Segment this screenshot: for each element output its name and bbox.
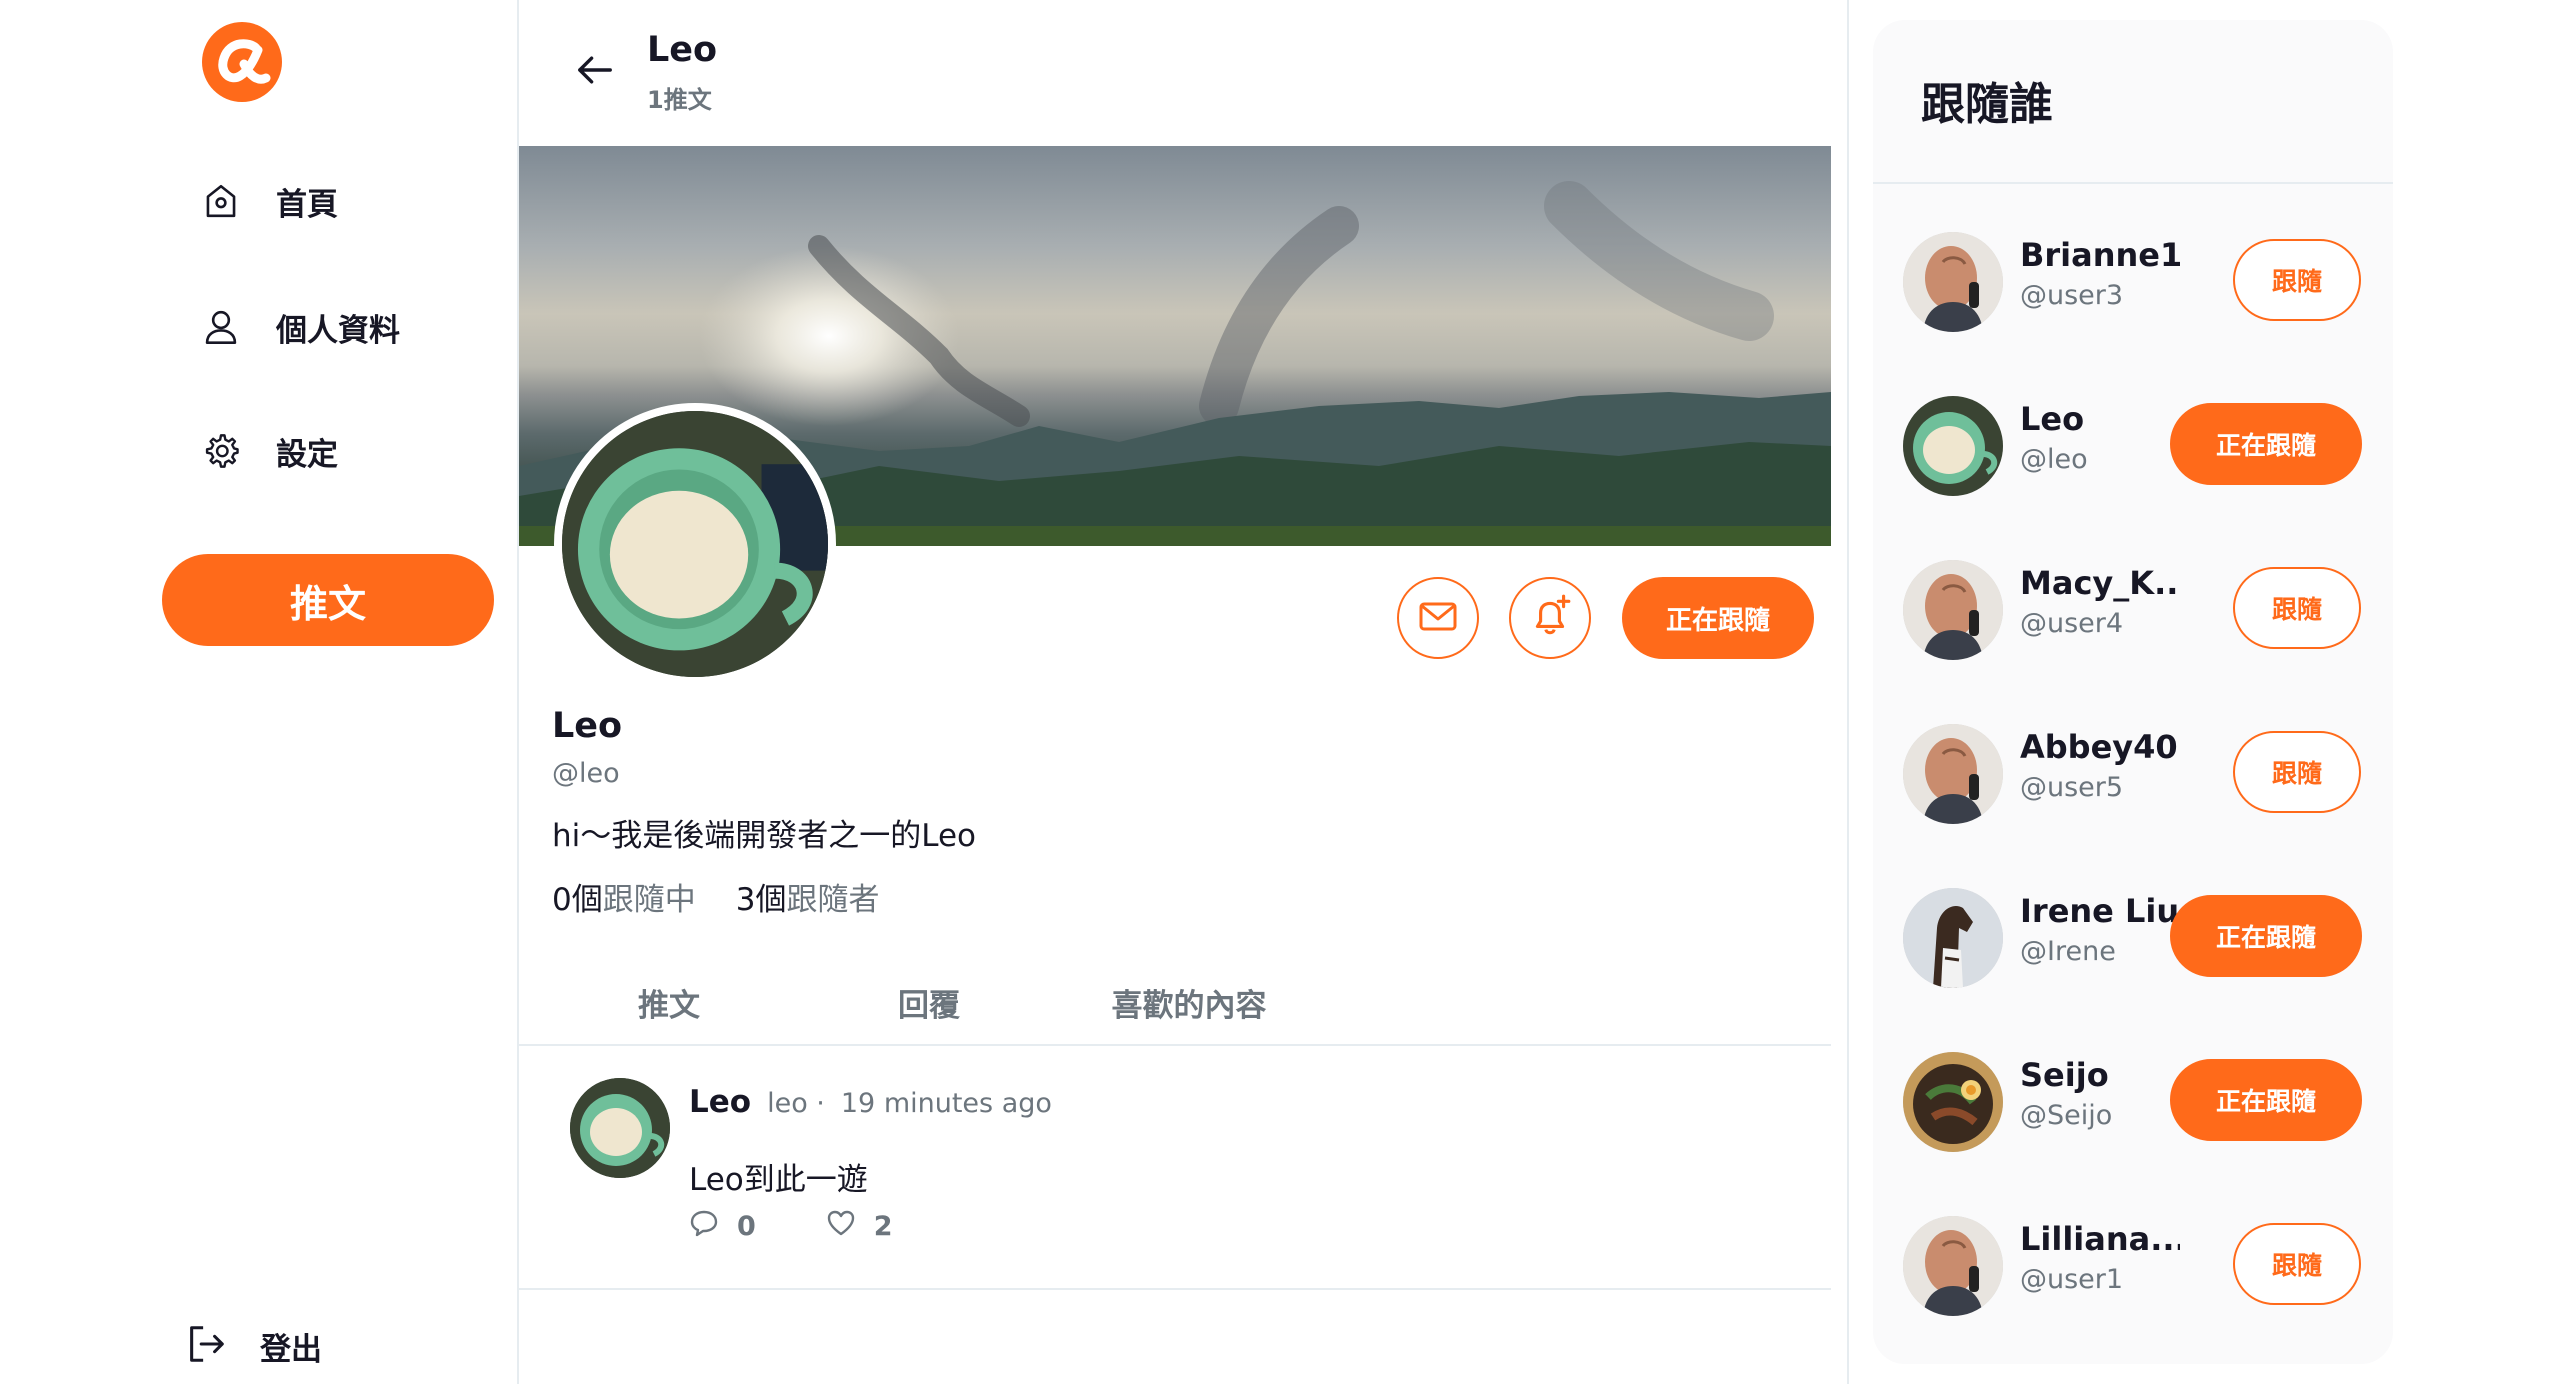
avatar[interactable] — [1903, 396, 2003, 496]
header-tweet-count: 1推文 — [647, 86, 712, 114]
follow-button[interactable]: 跟隨 — [2233, 731, 2361, 813]
profile-bio: hi～我是後端開發者之一的Leo — [552, 818, 977, 854]
nav-home[interactable]: 首頁 — [198, 171, 338, 231]
alpha-logo[interactable] — [200, 20, 284, 104]
profile-avatar[interactable] — [554, 403, 836, 685]
avatar[interactable] — [1903, 1216, 2003, 1316]
following-stat[interactable]: 0個跟隨中 — [552, 874, 696, 919]
follow-user-name[interactable]: Leo — [2020, 400, 2084, 438]
comment-icon — [689, 1208, 719, 1245]
follow-user-name[interactable]: Irene Liu — [2020, 892, 2179, 930]
following-button[interactable]: 正在跟隨 — [2170, 403, 2362, 485]
follow-item: Macy_K... @user4 跟隨 — [1873, 512, 2393, 676]
follow-user-name[interactable]: Abbey40 — [2020, 728, 2178, 766]
follow-item: Brianne19 @user3 跟隨 — [1873, 184, 2393, 348]
follow-item: Abbey40 @user5 跟隨 — [1873, 676, 2393, 840]
user-icon — [198, 304, 244, 350]
follow-user-name[interactable]: Macy_K... — [2020, 564, 2180, 602]
nav-profile[interactable]: 個人資料 — [198, 297, 400, 357]
avatar[interactable] — [1903, 1052, 2003, 1152]
followers-stat[interactable]: 3個跟隨者 — [736, 874, 880, 919]
avatar[interactable] — [1903, 724, 2003, 824]
gear-icon — [198, 428, 244, 474]
following-button[interactable]: 正在跟隨 — [2170, 1059, 2362, 1141]
follow-item: Irene Liu @Irene 正在跟隨 — [1873, 840, 2393, 1004]
avatar[interactable] — [570, 1078, 670, 1178]
tweet-actions: 0 2 — [689, 1208, 893, 1245]
tweet-author-handle: leo · — [767, 1088, 825, 1119]
profile-stats: 0個跟隨中 3個跟隨者 — [552, 874, 879, 919]
tweet-meta: Leo leo · 19 minutes ago — [689, 1084, 1052, 1120]
nav-settings-label: 設定 — [276, 436, 338, 473]
header-user-name: Leo — [647, 30, 718, 70]
message-button[interactable] — [1397, 577, 1479, 659]
reply-button[interactable]: 0 — [689, 1208, 756, 1245]
profile-main: Leo 1推文 正在跟隨 Leo @leo hi～我是後端開發者之一的Leo 0… — [519, 0, 1849, 1384]
heart-icon — [826, 1208, 856, 1245]
mail-icon — [1416, 594, 1460, 642]
follow-item: Leo @leo 正在跟隨 — [1873, 348, 2393, 512]
follow-user-handle: @user4 — [2020, 608, 2124, 639]
profile-handle: @leo — [552, 758, 620, 789]
follow-user-handle: @user5 — [2020, 772, 2124, 803]
logout-label: 登出 — [260, 1331, 322, 1368]
follow-user-handle: @user3 — [2020, 280, 2124, 311]
tab-replies[interactable]: 回覆 — [874, 958, 984, 1046]
logout-icon — [184, 1322, 228, 1370]
avatar[interactable] — [1903, 232, 2003, 332]
avatar[interactable] — [1903, 888, 2003, 988]
profile-name: Leo — [552, 706, 623, 746]
reply-count: 0 — [737, 1211, 756, 1242]
tweet-item[interactable]: Leo leo · 19 minutes ago Leo到此一遊 0 2 — [519, 1048, 1831, 1290]
follow-button[interactable]: 跟隨 — [2233, 1223, 2361, 1305]
follow-item: Lilliana... @user1 跟隨 — [1873, 1168, 2393, 1332]
following-count: 0個 — [552, 882, 603, 918]
tweet-button[interactable]: 推文 — [162, 554, 494, 646]
logout-button[interactable]: 登出 — [184, 1316, 322, 1376]
like-button[interactable]: 2 — [826, 1208, 893, 1245]
followers-label: 跟隨者 — [786, 882, 880, 918]
nav-home-label: 首頁 — [276, 186, 338, 223]
who-to-follow-panel: 跟隨誰 Brianne19 @user3 跟隨 Leo @leo 正在跟隨 Ma… — [1873, 20, 2393, 1364]
tweet-timestamp: 19 minutes ago — [840, 1088, 1052, 1119]
who-to-follow-title: 跟隨誰 — [1921, 79, 2053, 130]
profile-tabs: 推文 回覆 喜歡的內容 — [519, 958, 1831, 1046]
follow-user-name[interactable]: Brianne19 — [2020, 236, 2180, 274]
tweet-author-name[interactable]: Leo — [689, 1084, 751, 1120]
follow-user-handle: @leo — [2020, 444, 2088, 475]
follow-user-name[interactable]: Seijo — [2020, 1056, 2109, 1094]
follow-button[interactable]: 跟隨 — [2233, 239, 2361, 321]
avatar[interactable] — [1903, 560, 2003, 660]
following-label: 跟隨中 — [602, 882, 696, 918]
tab-tweets[interactable]: 推文 — [614, 958, 724, 1046]
follow-user-name[interactable]: Lilliana... — [2020, 1220, 2180, 1258]
nav-profile-label: 個人資料 — [276, 312, 400, 349]
tweet-text: Leo到此一遊 — [689, 1162, 868, 1198]
follow-user-handle: @Seijo — [2020, 1100, 2113, 1131]
tab-likes[interactable]: 喜歡的內容 — [1089, 958, 1289, 1046]
profile-header: Leo 1推文 — [519, 0, 1829, 146]
nav-settings[interactable]: 設定 — [198, 421, 338, 481]
follow-item: Seijo @Seijo 正在跟隨 — [1873, 1004, 2393, 1168]
follow-user-handle: @user1 — [2020, 1264, 2124, 1295]
left-sidebar: 首頁 個人資料 設定 推文 登出 — [0, 0, 519, 1384]
following-toggle-button[interactable]: 正在跟隨 — [1622, 577, 1814, 659]
follow-user-handle: @Irene — [2020, 936, 2116, 967]
follow-button[interactable]: 跟隨 — [2233, 567, 2361, 649]
bell-plus-icon — [1527, 593, 1573, 643]
followers-count: 3個 — [735, 882, 787, 918]
like-count: 2 — [873, 1211, 893, 1242]
following-button[interactable]: 正在跟隨 — [2170, 895, 2362, 977]
back-arrow-icon[interactable] — [569, 44, 621, 96]
home-icon — [198, 178, 244, 224]
notify-button[interactable] — [1509, 577, 1591, 659]
